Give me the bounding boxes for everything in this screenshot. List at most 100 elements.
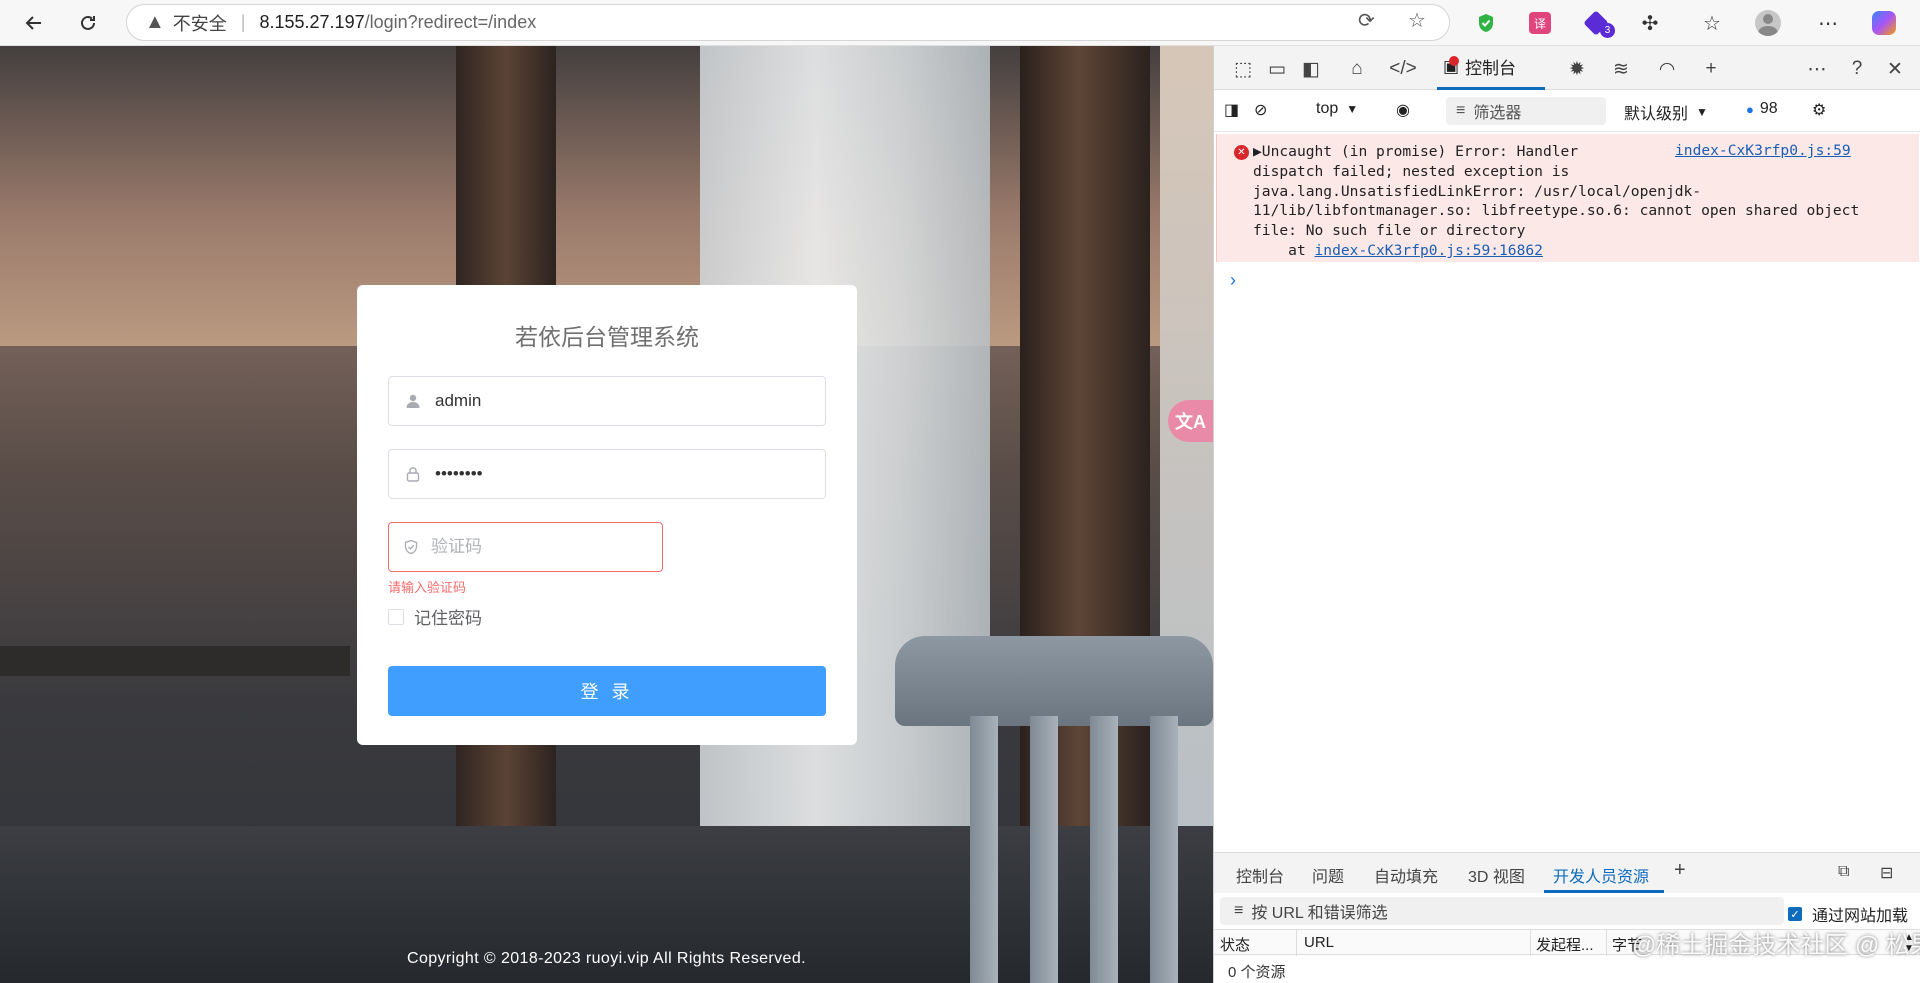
- clear-console-icon[interactable]: ⊘: [1254, 100, 1267, 120]
- watermark-text: @稀土掘金技术社区 @ 松果猿: [1632, 932, 1920, 959]
- favorite-star-icon[interactable]: ☆: [1408, 8, 1426, 33]
- dock-side-icon[interactable]: ◧: [1298, 56, 1324, 82]
- filter-label: 筛选器: [1473, 105, 1522, 122]
- url-host: 8.155.27.197: [259, 12, 365, 32]
- address-bar[interactable]: ▲ 不安全 | 8.155.27.197/login?redirect=/ind…: [126, 4, 1450, 41]
- help-icon[interactable]: ?: [1844, 56, 1870, 82]
- collections-extension-icon[interactable]: 3: [1580, 7, 1615, 39]
- filter-lines-icon: ≡: [1456, 102, 1466, 119]
- console-filter-bar: ◨ ⊘ top ▼ ◉ ≡ 筛选器 默认级别 ▼ ● 98 ⚙: [1214, 90, 1920, 132]
- more-menu-icon[interactable]: ⋯: [1812, 7, 1844, 39]
- profile-avatar-icon[interactable]: [1752, 7, 1784, 39]
- drawer-tab-issues[interactable]: 问题: [1312, 863, 1344, 887]
- shield-check-icon: [403, 539, 419, 555]
- captcha-field[interactable]: [388, 522, 663, 572]
- puzzle-extensions-icon[interactable]: ✣: [1634, 7, 1666, 39]
- password-field[interactable]: [388, 449, 826, 499]
- browser-toolbar: ▲ 不安全 | 8.155.27.197/login?redirect=/ind…: [0, 0, 1920, 46]
- username-field[interactable]: [388, 376, 826, 426]
- refresh-icon[interactable]: [72, 7, 104, 39]
- lock-icon: [403, 466, 423, 482]
- user-icon: [403, 393, 423, 409]
- column-url[interactable]: URL: [1304, 934, 1334, 951]
- error-source-link[interactable]: index-CxK3rfp0.js:59: [1669, 142, 1851, 159]
- username-input[interactable]: [435, 391, 815, 411]
- column-separator: [1530, 930, 1531, 956]
- load-through-site-checkbox[interactable]: ✓: [1788, 907, 1802, 921]
- console-settings-gear-icon[interactable]: ⚙: [1812, 100, 1826, 120]
- warning-triangle-icon: ▲: [145, 11, 165, 33]
- remember-checkbox[interactable]: [388, 608, 404, 625]
- insecure-label: 不安全: [172, 13, 227, 34]
- context-select[interactable]: top ▼: [1316, 100, 1358, 118]
- error-stack-link[interactable]: index-CxK3rfp0.js:59:16862: [1315, 242, 1543, 259]
- load-through-site-label: 通过网站加载: [1812, 908, 1909, 925]
- drawer-dock-icon[interactable]: ⧉: [1838, 863, 1849, 881]
- shield-extension-icon[interactable]: [1470, 7, 1502, 39]
- column-separator: [1296, 930, 1297, 956]
- message-count[interactable]: ● 98: [1746, 100, 1778, 118]
- message-bubble-icon: ●: [1746, 101, 1754, 117]
- login-button[interactable]: 登 录: [388, 666, 826, 716]
- copilot-icon[interactable]: [1868, 7, 1900, 39]
- captcha-error-text: 请输入验证码: [388, 580, 467, 595]
- context-select-value: top: [1316, 100, 1339, 117]
- performance-gauge-icon[interactable]: ◠: [1654, 56, 1680, 82]
- drawer-tab-3d-view[interactable]: 3D 视图: [1468, 863, 1525, 887]
- remember-password[interactable]: 记住密码: [388, 604, 482, 629]
- back-arrow-icon[interactable]: [18, 7, 50, 39]
- background-chair-slat: [1090, 716, 1118, 983]
- resource-count: 0 个资源: [1228, 964, 1286, 981]
- password-input[interactable]: [435, 464, 815, 484]
- chevron-down-icon: ▼: [1696, 105, 1708, 119]
- read-aloud-icon[interactable]: ⟳: [1358, 8, 1375, 33]
- elements-code-icon[interactable]: </>: [1389, 56, 1416, 82]
- drawer-tab-bar: 控制台 问题 自动填充 3D 视图 开发人员资源 + ⧉ ⊟: [1214, 853, 1920, 893]
- sidebar-toggle-icon[interactable]: ◨: [1224, 100, 1239, 120]
- drawer-add-tab-icon[interactable]: +: [1674, 859, 1686, 882]
- column-status[interactable]: 状态: [1220, 934, 1250, 955]
- background-chair-slat: [1150, 716, 1178, 983]
- message-count-value: 98: [1759, 100, 1778, 117]
- console-prompt-chevron-icon[interactable]: ›: [1230, 270, 1236, 291]
- devtools-drawer: 控制台 问题 自动填充 3D 视图 开发人员资源 + ⧉ ⊟ ≡ 按 URL 和…: [1214, 852, 1920, 983]
- chevron-down-icon: ▼: [1346, 102, 1359, 116]
- copyright-footer: Copyright © 2018-2023 ruoyi.vip All Righ…: [406, 950, 806, 967]
- background-chair-slat: [1030, 716, 1058, 983]
- error-badge: [1449, 56, 1459, 66]
- live-expression-eye-icon[interactable]: ◉: [1396, 100, 1410, 120]
- filter-lines-icon: ≡: [1234, 902, 1244, 919]
- load-through-site-option[interactable]: ✓ 通过网站加载: [1788, 902, 1908, 926]
- tab-console[interactable]: ▣ 控制台: [1437, 46, 1545, 90]
- console-error-message: ✕ ▶Uncaught (in promise) Error: Handler …: [1216, 134, 1919, 262]
- page-translate-icon[interactable]: 文A: [1168, 400, 1213, 442]
- add-tab-plus-icon[interactable]: +: [1698, 56, 1724, 82]
- translate-extension-icon[interactable]: 译: [1524, 7, 1556, 39]
- network-wifi-icon[interactable]: ≋: [1608, 56, 1634, 82]
- console-filter-input[interactable]: ≡ 筛选器: [1446, 97, 1606, 125]
- drawer-collapse-icon[interactable]: ⊟: [1880, 863, 1893, 883]
- login-card: 若依后台管理系统 请输入验证码 记住密码 登 录: [357, 285, 857, 745]
- drawer-tab-developer-resources[interactable]: 开发人员资源: [1553, 863, 1649, 887]
- expand-triangle-icon[interactable]: ▶: [1253, 143, 1262, 160]
- drawer-tab-autofill[interactable]: 自动填充: [1374, 863, 1438, 887]
- error-x-icon: ✕: [1234, 145, 1249, 160]
- log-level-select[interactable]: 默认级别 ▼: [1624, 100, 1708, 124]
- devtools-panel: ⬚ ▭ ◧ ⌂ </> ▣ 控制台 ✹ ≋ ◠ + ⋯ ? ✕ ◨ ⊘ top …: [1213, 46, 1920, 983]
- favorites-list-icon[interactable]: ☆: [1696, 7, 1728, 39]
- device-emulation-icon[interactable]: ▭: [1264, 56, 1290, 82]
- column-initiator[interactable]: 发起程...: [1536, 934, 1594, 955]
- background-chair-slat: [970, 716, 998, 983]
- captcha-input[interactable]: [431, 537, 662, 557]
- sources-bug-icon[interactable]: ✹: [1564, 56, 1590, 82]
- drawer-url-filter[interactable]: ≡ 按 URL 和错误筛选: [1220, 897, 1784, 925]
- drawer-tab-console[interactable]: 控制台: [1236, 863, 1284, 887]
- welcome-home-icon[interactable]: ⌂: [1344, 56, 1370, 82]
- more-tools-icon[interactable]: ⋯: [1804, 56, 1830, 82]
- login-title: 若依后台管理系统: [515, 325, 699, 351]
- inspect-element-icon[interactable]: ⬚: [1230, 56, 1256, 82]
- close-devtools-icon[interactable]: ✕: [1882, 56, 1908, 82]
- devtools-tab-bar: ⬚ ▭ ◧ ⌂ </> ▣ 控制台 ✹ ≋ ◠ + ⋯ ? ✕: [1214, 46, 1920, 90]
- log-level-value: 默认级别: [1624, 106, 1689, 123]
- error-text: ▶Uncaught (in promise) Error: Handler di…: [1253, 142, 1903, 261]
